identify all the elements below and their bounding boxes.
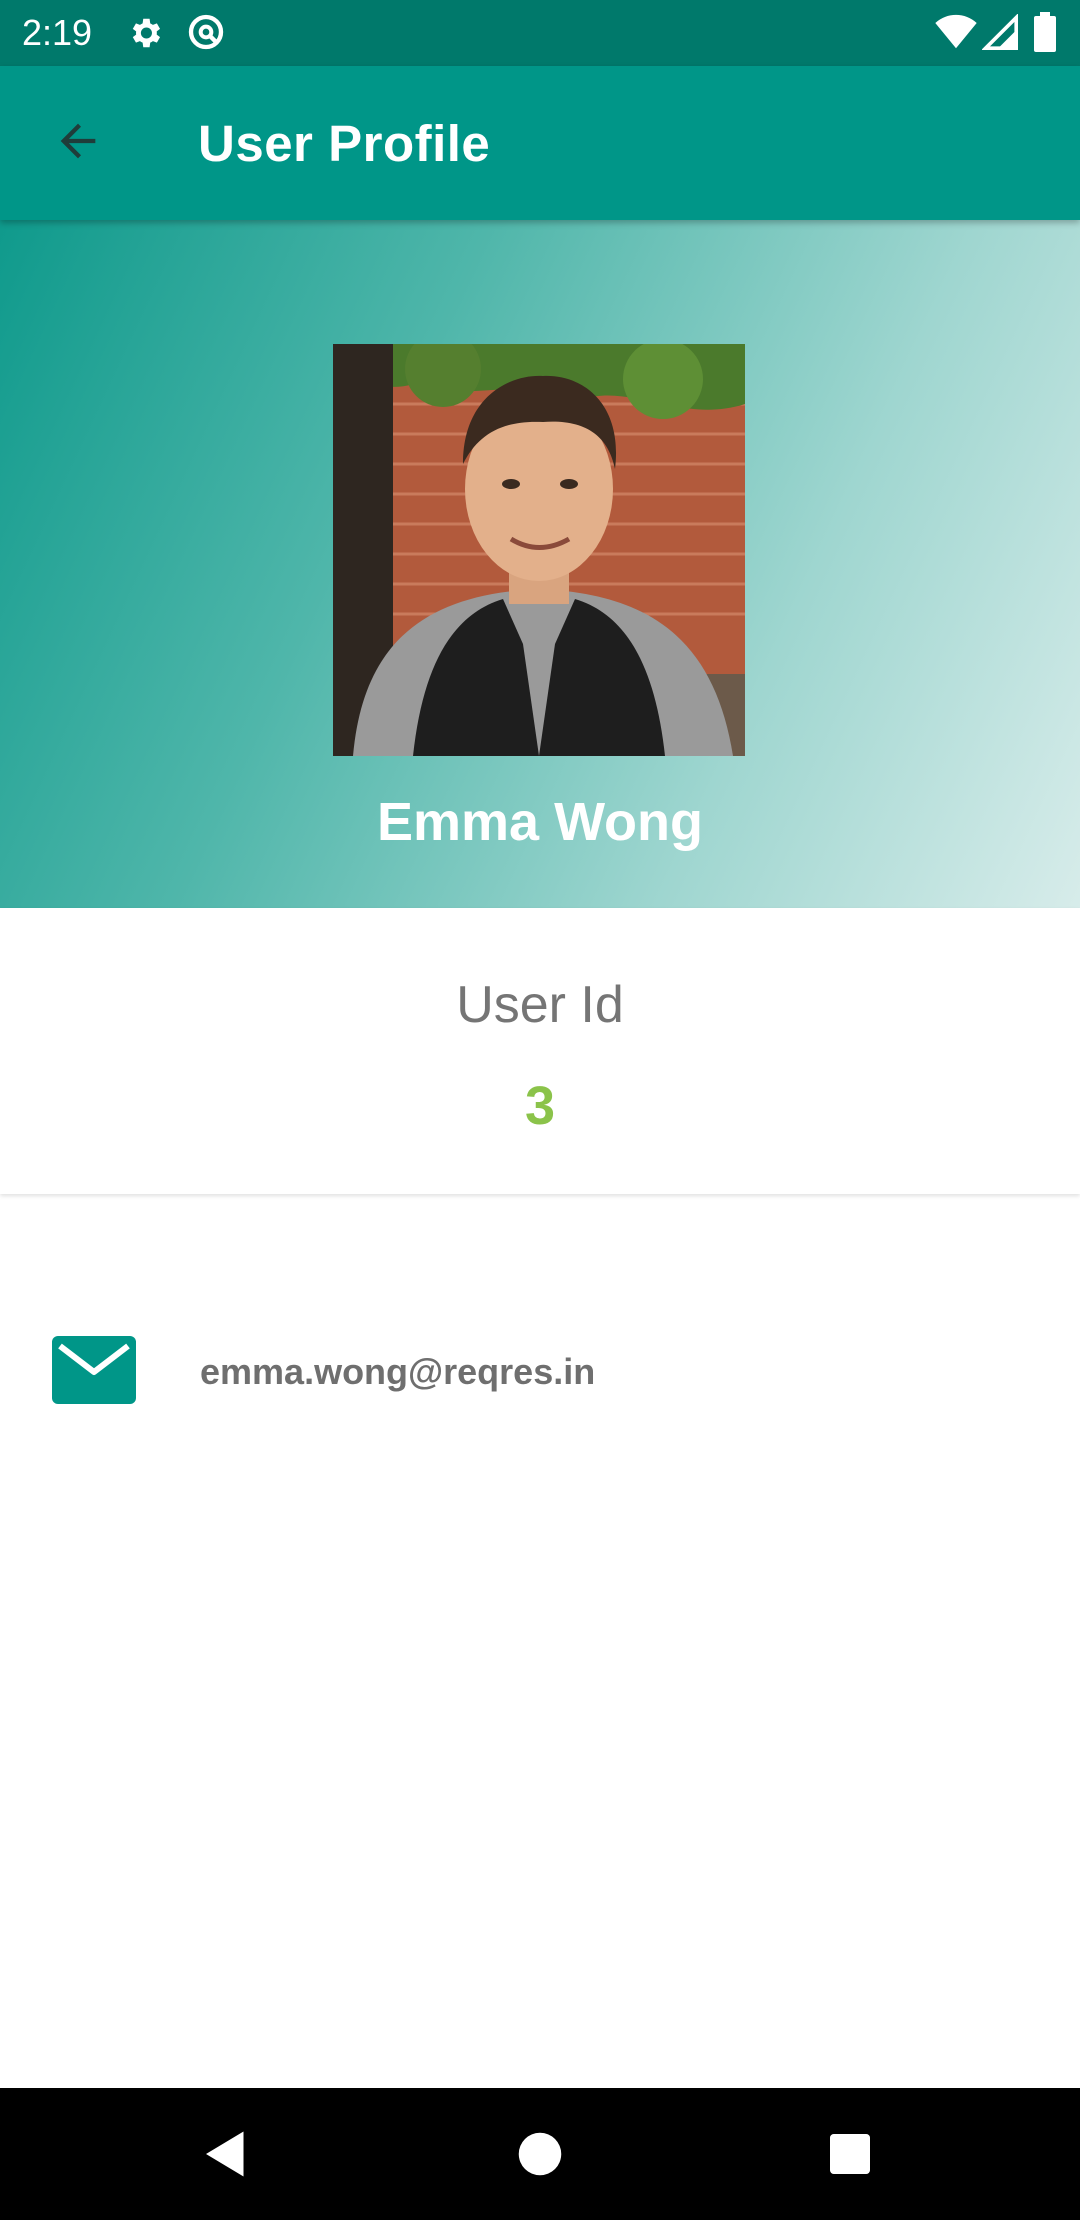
profile-header: Emma Wong: [0, 220, 1080, 908]
email-text: emma.wong@reqres.in: [200, 1351, 596, 1392]
wifi-icon: [934, 14, 978, 55]
system-nav-bar: [0, 2088, 1080, 2220]
signal-icon: [981, 13, 1018, 55]
page-title: User Profile: [198, 115, 491, 172]
status-bar: 2:19: [0, 0, 1080, 66]
email-row[interactable]: emma.wong@reqres.in: [0, 1300, 1080, 1440]
back-triangle-icon[interactable]: [196, 2124, 256, 2184]
status-time: 2:19: [22, 12, 93, 53]
arrow-left-icon: [52, 115, 104, 172]
back-button[interactable]: [40, 110, 116, 176]
user-name: Emma Wong: [376, 792, 704, 852]
envelope-icon: [52, 1336, 136, 1409]
avatar: [333, 344, 745, 756]
user-id-card: User Id 3: [0, 908, 1080, 1194]
battery-icon: [1034, 12, 1056, 57]
user-id-label: User Id: [456, 976, 624, 1034]
home-circle-icon[interactable]: [510, 2124, 570, 2184]
at-sign-icon: [186, 12, 226, 57]
recents-square-icon[interactable]: [820, 2124, 880, 2184]
user-id-value: 3: [524, 1076, 556, 1136]
gear-icon: [126, 14, 164, 57]
app-bar: User Profile: [0, 66, 1080, 220]
